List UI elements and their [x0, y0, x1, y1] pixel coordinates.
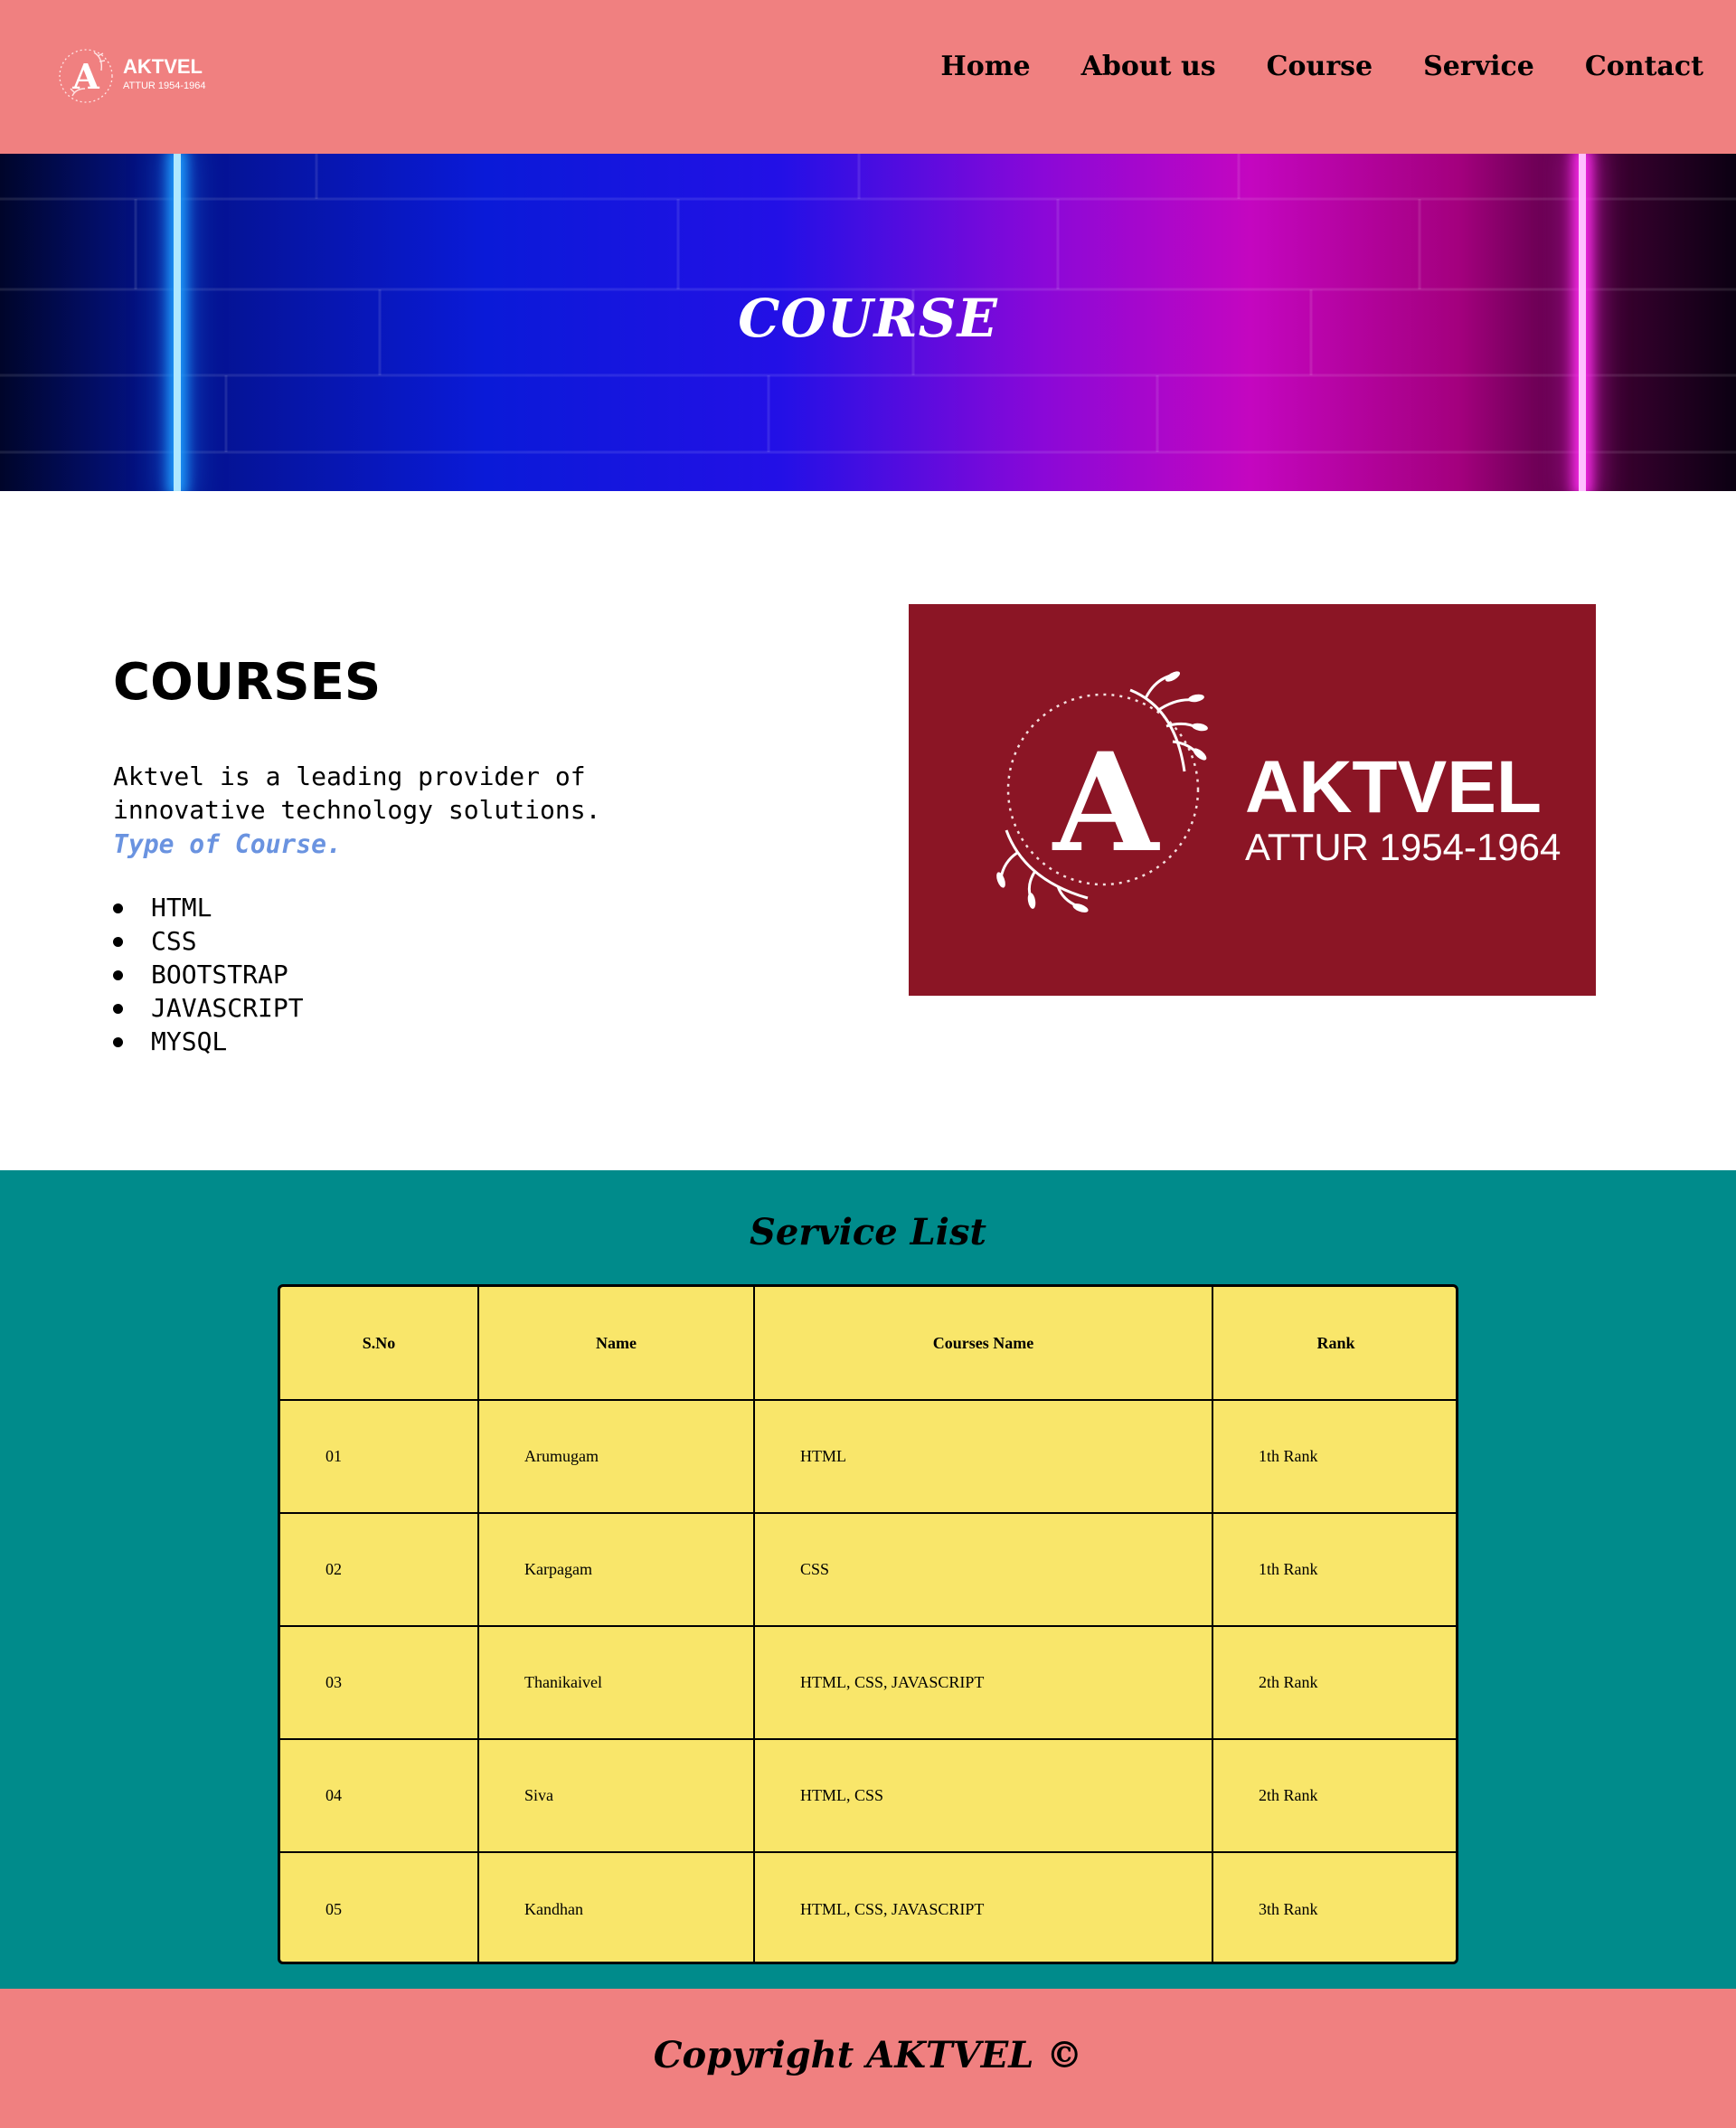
nav-contact[interactable]: Contact — [1585, 51, 1703, 82]
col-name: Name — [477, 1287, 755, 1401]
svg-text:AKTVEL: AKTVEL — [1245, 746, 1542, 828]
cell-sno: 02 — [280, 1512, 479, 1627]
brand-card-image: A AKTVEL ATTUR 1954-1964 — [909, 604, 1596, 996]
site-footer: Copyright AKTVEL © — [0, 1989, 1736, 2128]
table-row: 03 Thanikaivel HTML, CSS, JAVASCRIPT 2th… — [280, 1625, 1456, 1740]
courses-description: Aktvel is a leading provider of innovati… — [113, 761, 601, 825]
cell-name: Kandhan — [477, 1851, 755, 1962]
cell-sno: 04 — [280, 1738, 479, 1853]
cell-rank: 1th Rank — [1212, 1512, 1456, 1627]
service-section: Service List S.No Name Courses Name Rank… — [0, 1170, 1736, 1989]
cell-courses: HTML, CSS, JAVASCRIPT — [753, 1625, 1213, 1740]
nav-about-us[interactable]: About us — [1081, 51, 1216, 82]
col-rank: Rank — [1212, 1287, 1456, 1401]
aktvel-logo[interactable]: A AKTVEL ATTUR 1954-1964 — [54, 40, 208, 112]
cell-rank: 2th Rank — [1212, 1625, 1456, 1740]
cell-name: Siva — [477, 1738, 755, 1853]
svg-text:A: A — [71, 56, 99, 97]
cell-name: Karpagam — [477, 1512, 755, 1627]
courses-type-label: Type of Course. — [113, 829, 342, 859]
svg-text:ATTUR 1954-1964: ATTUR 1954-1964 — [1245, 826, 1561, 868]
hero-title: COURSE — [738, 288, 998, 349]
courses-heading: COURSES — [113, 653, 382, 712]
cell-courses: HTML, CSS — [753, 1738, 1213, 1853]
col-courses-name: Courses Name — [753, 1287, 1213, 1401]
brand-card-logo: A AKTVEL ATTUR 1954-1964 — [996, 671, 1561, 913]
svg-text:AKTVEL: AKTVEL — [123, 55, 203, 78]
service-table: S.No Name Courses Name Rank 01 Arumugam … — [278, 1284, 1458, 1964]
nav-course[interactable]: Course — [1267, 51, 1373, 82]
table-row: 05 Kandhan HTML, CSS, JAVASCRIPT 3th Ran… — [280, 1851, 1456, 1962]
table-row: 02 Karpagam CSS 1th Rank — [280, 1512, 1456, 1627]
cell-sno: 05 — [280, 1851, 479, 1962]
cell-courses: CSS — [753, 1512, 1213, 1627]
cell-rank: 1th Rank — [1212, 1399, 1456, 1514]
nav-home[interactable]: Home — [940, 51, 1030, 82]
cell-sno: 01 — [280, 1399, 479, 1514]
cell-name: Arumugam — [477, 1399, 755, 1514]
cell-sno: 03 — [280, 1625, 479, 1740]
main-nav: Home About us Course Service Contact — [940, 51, 1703, 82]
course-item: JAVASCRIPT — [113, 991, 304, 1025]
course-item: BOOTSTRAP — [113, 958, 304, 991]
course-item: MYSQL — [113, 1025, 304, 1058]
table-row: 01 Arumugam HTML 1th Rank — [280, 1399, 1456, 1514]
cell-rank: 3th Rank — [1212, 1851, 1456, 1962]
copyright-text: Copyright AKTVEL © — [653, 2034, 1083, 2076]
table-row: 04 Siva HTML, CSS 2th Rank — [280, 1738, 1456, 1853]
service-list-title: Service List — [750, 1211, 986, 1253]
cell-name: Thanikaivel — [477, 1625, 755, 1740]
cell-rank: 2th Rank — [1212, 1738, 1456, 1853]
cell-courses: HTML, CSS, JAVASCRIPT — [753, 1851, 1213, 1962]
nav-service[interactable]: Service — [1423, 51, 1534, 82]
svg-text:A: A — [1052, 724, 1161, 883]
course-list: HTML CSS BOOTSTRAP JAVASCRIPT MYSQL — [113, 891, 304, 1058]
col-sno: S.No — [280, 1287, 479, 1401]
table-header-row: S.No Name Courses Name Rank — [280, 1287, 1456, 1401]
course-item: HTML — [113, 891, 304, 924]
course-item: CSS — [113, 924, 304, 958]
svg-text:ATTUR 1954-1964: ATTUR 1954-1964 — [123, 80, 206, 91]
cell-courses: HTML — [753, 1399, 1213, 1514]
site-header: A AKTVEL ATTUR 1954-1964 Home About us C… — [0, 0, 1736, 154]
